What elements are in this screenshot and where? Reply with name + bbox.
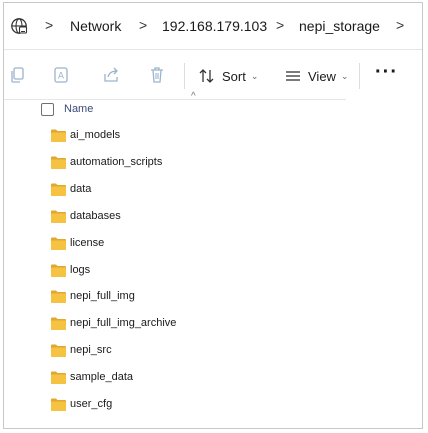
folder-icon <box>51 237 66 250</box>
breadcrumb-host[interactable]: 192.168.179.103 <box>162 18 267 34</box>
name-column-header[interactable]: Name <box>64 103 93 115</box>
view-lines-icon <box>286 71 300 81</box>
list-item[interactable]: logs <box>4 258 344 284</box>
delete-icon[interactable] <box>148 66 166 84</box>
folder-icon <box>51 129 66 142</box>
file-name: ai_models <box>70 129 121 141</box>
breadcrumb-separator-icon[interactable]: > <box>45 17 53 33</box>
more-options-button[interactable]: ··· <box>375 62 398 82</box>
network-globe-icon[interactable] <box>10 17 28 35</box>
breadcrumb-separator-icon[interactable]: > <box>396 17 404 33</box>
file-name: databases <box>70 209 121 222</box>
folder-icon <box>51 290 66 304</box>
folder-icon <box>51 344 66 358</box>
select-all-checkbox[interactable] <box>41 103 54 116</box>
file-name: nepi_full_img_archive <box>70 317 177 330</box>
list-item[interactable]: databases <box>4 204 344 230</box>
breadcrumb-separator-icon[interactable]: > <box>139 17 147 33</box>
file-name: data <box>70 182 92 195</box>
sort-button[interactable]: Sort ⌄ <box>198 64 258 88</box>
folder-icon <box>51 183 66 196</box>
list-item[interactable]: nepi_full_img <box>4 284 344 310</box>
sort-arrows-icon <box>199 69 214 83</box>
list-item[interactable]: automation_scripts <box>4 150 344 176</box>
file-name: sample_data <box>70 371 133 384</box>
file-name: nepi_full_img <box>70 290 135 303</box>
file-name: user_cfg <box>70 398 113 410</box>
folder-icon <box>51 156 66 169</box>
folder-icon <box>51 371 66 385</box>
list-item[interactable]: data <box>4 177 344 203</box>
folder-icon <box>51 264 66 277</box>
folder-icon <box>51 317 66 331</box>
copy-icon[interactable] <box>9 66 27 84</box>
view-button[interactable]: View ⌄ <box>284 64 349 88</box>
toolbar-separator <box>359 63 360 89</box>
list-item[interactable]: ai_models <box>4 123 344 149</box>
file-name: automation_scripts <box>70 155 163 168</box>
breadcrumb-network[interactable]: Network <box>70 18 121 34</box>
rename-icon[interactable]: A <box>52 66 70 84</box>
folder-icon <box>51 210 66 223</box>
list-item[interactable]: sample_data <box>4 365 344 391</box>
list-item[interactable]: license <box>4 231 344 257</box>
file-name: nepi_src <box>70 344 112 357</box>
breadcrumb-separator-icon[interactable]: > <box>276 17 284 33</box>
command-bar: A Sort ⌄ View ⌄ ··· <box>4 50 422 100</box>
share-icon[interactable] <box>102 66 120 84</box>
file-name: license <box>70 236 105 249</box>
view-label: View <box>308 68 336 84</box>
chevron-down-icon: ⌄ <box>250 70 259 81</box>
file-explorer-window: > Network > 192.168.179.103 > nepi_stora… <box>3 2 423 429</box>
sort-label: Sort <box>222 68 246 84</box>
list-item[interactable]: nepi_full_img_archive <box>4 311 344 337</box>
file-name: logs <box>70 263 91 276</box>
list-item[interactable]: nepi_src <box>4 338 344 364</box>
address-bar[interactable]: > Network > 192.168.179.103 > nepi_stora… <box>4 3 422 49</box>
column-header: Name <box>4 99 344 121</box>
toolbar-separator <box>184 63 185 89</box>
breadcrumb-share[interactable]: nepi_storage <box>299 18 380 34</box>
list-item[interactable]: user_cfg <box>4 392 344 418</box>
folder-icon <box>51 398 66 411</box>
chevron-down-icon: ⌄ <box>340 70 349 81</box>
svg-text:A: A <box>58 72 65 82</box>
